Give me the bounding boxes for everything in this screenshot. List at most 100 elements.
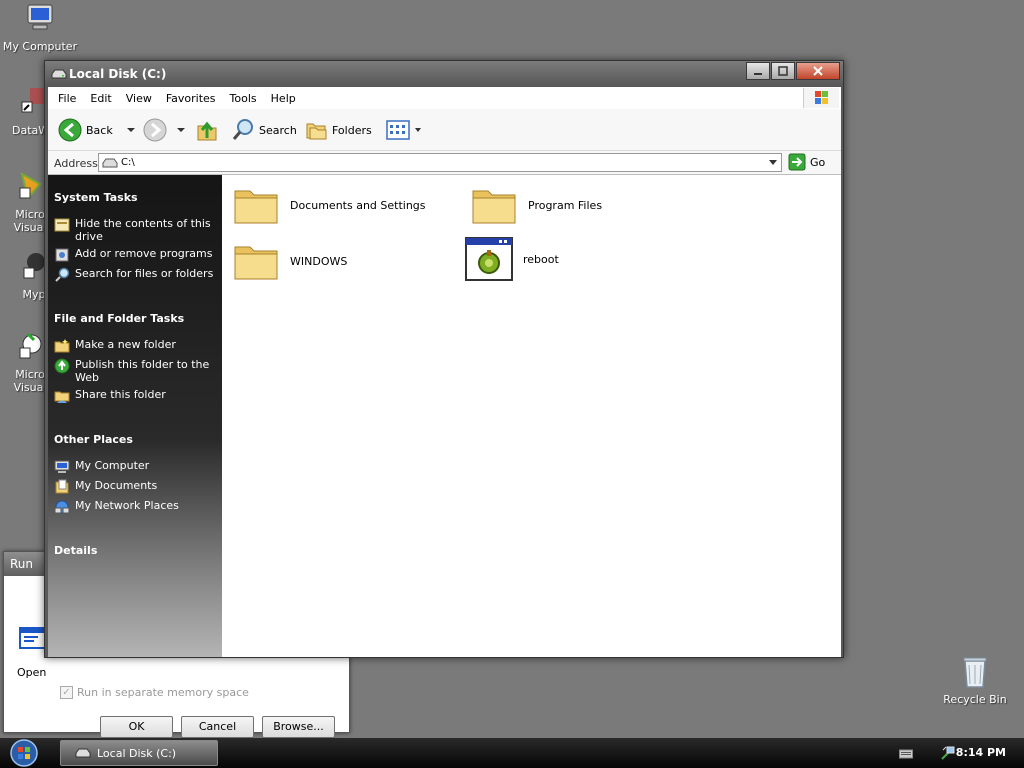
drive-icon [75, 748, 91, 758]
go-button[interactable]: Go [788, 153, 825, 171]
file-item[interactable]: reboot [465, 237, 559, 281]
run-separate-memory-checkbox[interactable]: ✓ Run in separate memory space [60, 686, 249, 699]
desktop-icon-label: Recycle Bin [943, 693, 1007, 706]
close-button[interactable] [796, 62, 840, 80]
drive-icon [102, 158, 118, 168]
restore-icon [778, 66, 788, 76]
taskbar-window-label: Local Disk (C:) [97, 746, 177, 760]
keyboard-icon[interactable] [899, 749, 913, 759]
checkbox-box: ✓ [60, 686, 73, 699]
up-button[interactable] [196, 118, 218, 142]
program-icon [465, 237, 513, 281]
task-label: Publish this folder to the Web [75, 358, 210, 384]
task-label: Share this folder [75, 388, 166, 401]
taskbar-window-button[interactable]: Local Disk (C:) [60, 740, 218, 766]
menu-tools[interactable]: Tools [230, 92, 257, 105]
chevron-down-icon [415, 128, 421, 132]
file-item[interactable]: WINDOWS [232, 239, 347, 283]
chevron-down-icon [177, 128, 185, 132]
desktop-icon-recycle-bin[interactable]: Recycle Bin [940, 655, 1010, 706]
task-hide-contents[interactable]: Hide the contents of this drive [54, 217, 214, 243]
file-name: Program Files [528, 198, 603, 212]
task-label: Search for files or folders [75, 267, 214, 280]
place-my-documents[interactable]: My Documents [54, 479, 214, 495]
new-folder-icon [54, 339, 70, 353]
run-open-label: Open [17, 666, 47, 679]
file-name: WINDOWS [290, 254, 348, 268]
search-icon [55, 267, 70, 282]
start-button-icon[interactable] [7, 739, 41, 767]
menu-favorites[interactable]: Favorites [166, 92, 216, 105]
folders-button[interactable]: Folders [304, 118, 372, 142]
chevron-down-icon [126, 128, 135, 132]
back-button[interactable]: Back [58, 118, 137, 142]
forward-button[interactable] [143, 118, 187, 142]
visual-studio-icon [19, 172, 42, 201]
views-icon [386, 120, 410, 140]
window-title: Local Disk (C:) [69, 67, 167, 81]
back-arrow-icon [58, 118, 82, 142]
windows-logo-icon [803, 88, 839, 108]
visual-app-icon [19, 332, 42, 359]
folders-icon [306, 123, 327, 140]
place-my-computer[interactable]: My Computer [54, 459, 214, 475]
desktop-icon-label: My Computer [2, 40, 78, 53]
file-name: reboot [523, 252, 559, 266]
place-my-network-places[interactable]: My Network Places [54, 499, 214, 515]
task-publish-web[interactable]: Publish this folder to the Web [54, 358, 214, 384]
address-label: Address [54, 157, 98, 170]
browse-button[interactable]: Browse... [262, 716, 335, 738]
file-item[interactable]: Program Files [470, 183, 602, 227]
forward-arrow-icon [143, 118, 167, 142]
menu-bar: File Edit View Favorites Tools Help [48, 87, 841, 109]
section-title-file-folder-tasks[interactable]: File and Folder Tasks [54, 312, 184, 325]
folder-icon [472, 190, 516, 224]
menu-edit[interactable]: Edit [90, 92, 111, 105]
task-share-folder[interactable]: Share this folder [54, 388, 214, 404]
minimize-button[interactable] [746, 62, 770, 80]
explorer-window: Local Disk (C:) File Edit View Favorites… [44, 60, 844, 658]
menu-view[interactable]: View [126, 92, 152, 105]
toolbar: Back Search Folders [48, 109, 841, 151]
task-search-files[interactable]: Search for files or folders [54, 267, 214, 283]
address-value: C:\ [121, 157, 135, 168]
network-tray-icon[interactable] [940, 745, 956, 761]
ok-button[interactable]: OK [100, 716, 173, 738]
section-title-details[interactable]: Details [54, 544, 97, 557]
maximize-button[interactable] [771, 62, 795, 80]
clock[interactable]: 8:14 PM [956, 746, 1006, 759]
search-button[interactable]: Search [231, 118, 297, 142]
place-label: My Computer [75, 459, 150, 472]
folders-label: Folders [332, 123, 372, 137]
address-bar: Address C:\ Go [48, 151, 841, 175]
go-label: Go [810, 155, 826, 169]
task-label: Hide the contents of this drive [75, 217, 211, 243]
documents-icon [55, 479, 69, 494]
network-icon [54, 500, 70, 514]
section-title-other-places[interactable]: Other Places [54, 433, 133, 446]
address-input[interactable]: C:\ [98, 153, 782, 172]
cancel-button[interactable]: Cancel [181, 716, 254, 738]
desktop-icon-my-computer[interactable]: My Computer [0, 2, 80, 53]
task-add-remove-programs[interactable]: Add or remove programs [54, 247, 214, 263]
chevron-down-icon[interactable] [765, 154, 781, 171]
checkbox-label: Run in separate memory space [77, 686, 249, 699]
close-icon [813, 66, 823, 76]
window-titlebar[interactable]: Local Disk (C:) [45, 61, 843, 87]
folder-icon [234, 190, 278, 224]
menu-help[interactable]: Help [271, 92, 296, 105]
task-pane: System Tasks Hide the contents of this d… [48, 175, 222, 657]
place-label: My Network Places [75, 499, 179, 512]
folder-icon [234, 246, 278, 280]
search-icon [232, 119, 253, 140]
computer-icon [27, 4, 53, 30]
section-title-system-tasks[interactable]: System Tasks [54, 191, 138, 204]
taskbar: Local Disk (C:) 8:14 PM [0, 738, 1024, 768]
views-button[interactable] [386, 118, 422, 142]
file-item[interactable]: Documents and Settings [232, 183, 426, 227]
task-make-new-folder[interactable]: Make a new folder [54, 338, 214, 354]
back-label: Back [86, 123, 113, 137]
task-label: Make a new folder [75, 338, 176, 351]
menu-file[interactable]: File [58, 92, 76, 105]
hide-contents-icon [54, 218, 70, 232]
